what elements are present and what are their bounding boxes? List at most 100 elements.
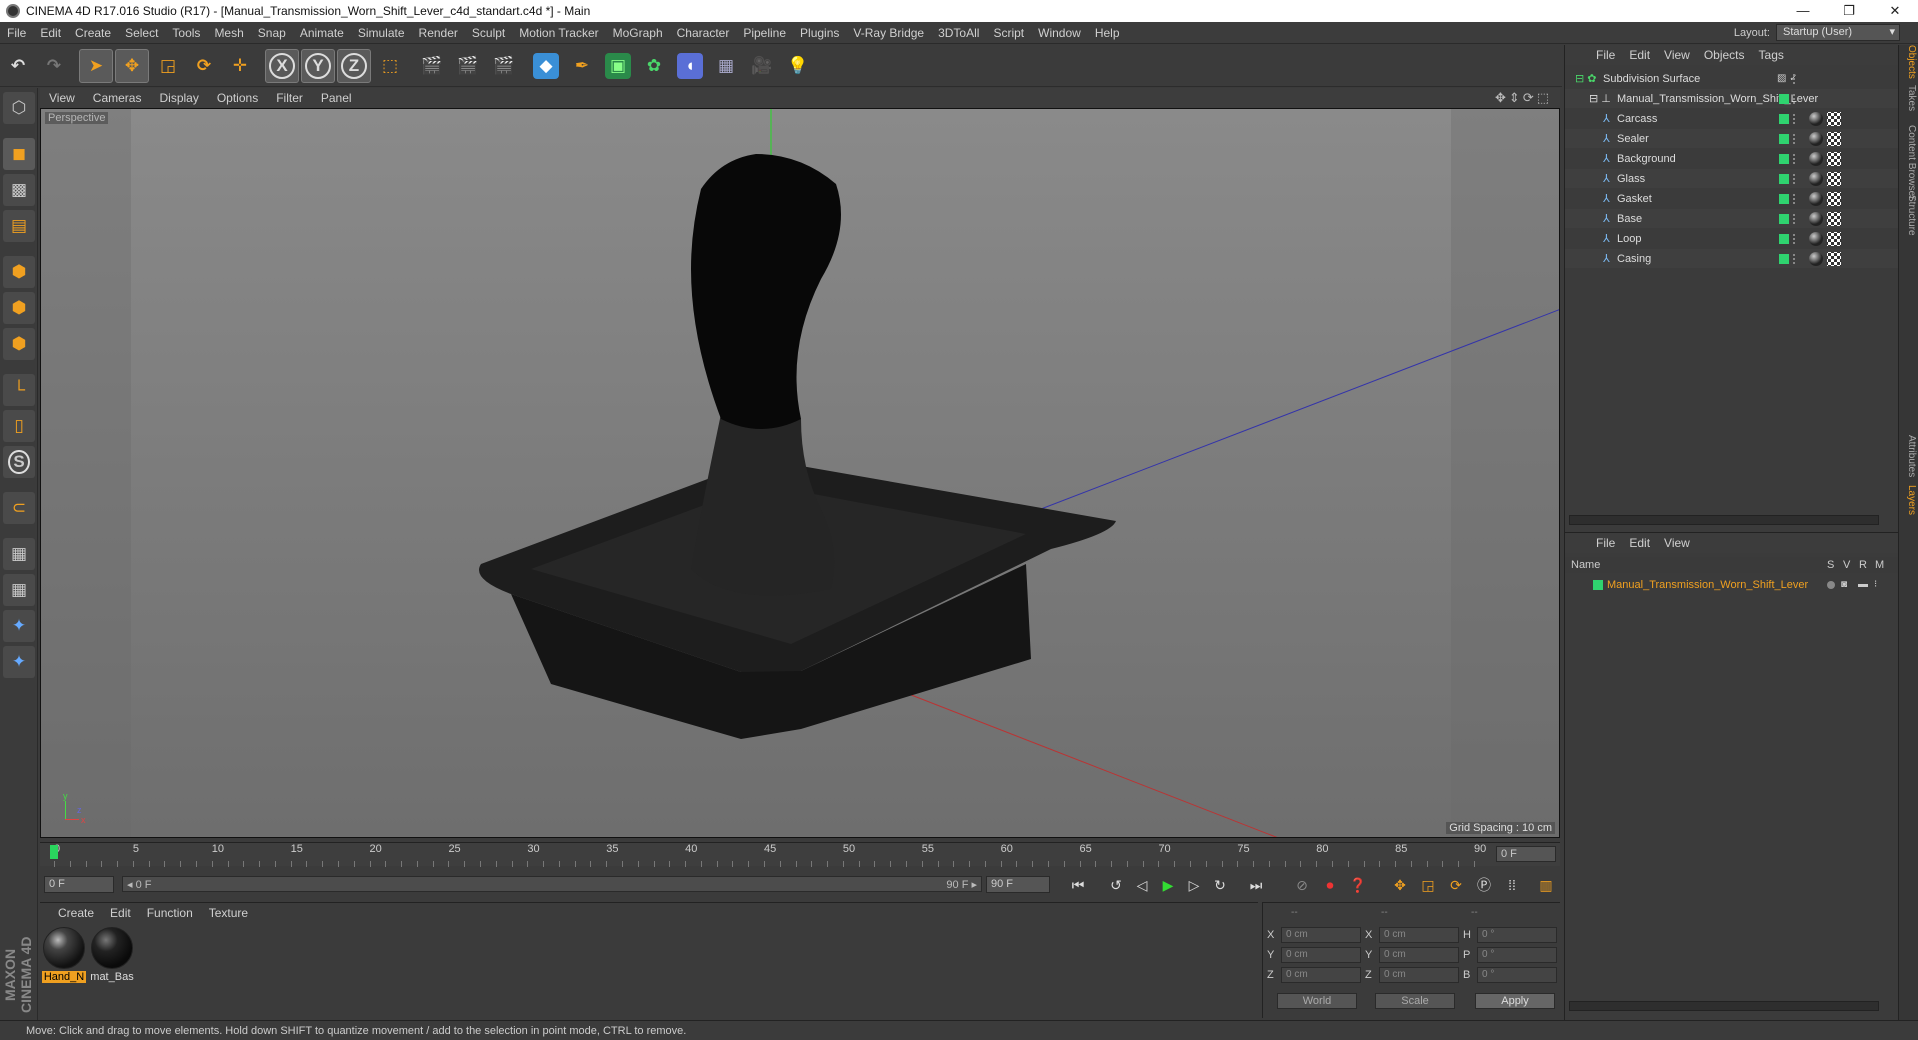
- texture-tag-icon[interactable]: [1827, 251, 1841, 266]
- go-to-start-button[interactable]: ⏮: [1066, 874, 1090, 896]
- polygons-mode-button[interactable]: ⬢: [3, 328, 35, 360]
- close-button[interactable]: ✕: [1872, 0, 1918, 22]
- restore-button[interactable]: ❐: [1826, 0, 1872, 22]
- keyframe-selection-button[interactable]: ❓: [1346, 874, 1370, 896]
- layer-manager-icon[interactable]: ⁝: [1874, 579, 1877, 590]
- object-row[interactable]: ⊟ ⊥ Manual_Transmission_Worn_Shift_Lever: [1565, 89, 1899, 108]
- menu-render[interactable]: Render: [412, 26, 465, 40]
- model-mode-button[interactable]: ◼: [3, 138, 35, 170]
- current-frame-field[interactable]: 0 F: [1496, 846, 1556, 862]
- menu-help[interactable]: Help: [1088, 26, 1127, 40]
- start-frame-field[interactable]: 0 F: [44, 876, 114, 893]
- side-tab-structure[interactable]: Structure: [1901, 195, 1917, 236]
- y-axis-lock-button[interactable]: Y: [301, 48, 335, 83]
- key-scale-button[interactable]: ◲: [1416, 874, 1440, 896]
- object-row[interactable]: ⅄ Casing: [1565, 249, 1899, 268]
- viewport-menu-view[interactable]: View: [40, 91, 84, 105]
- texture-tag-icon[interactable]: [1827, 231, 1841, 246]
- material-tag-icon[interactable]: [1809, 111, 1823, 126]
- menu-mograph[interactable]: MoGraph: [606, 26, 670, 40]
- z-axis-lock-button[interactable]: Z: [337, 48, 371, 83]
- menu-edit[interactable]: Edit: [1622, 48, 1657, 62]
- position-x-field[interactable]: 0 cm: [1281, 927, 1361, 943]
- menu-animate[interactable]: Animate: [293, 26, 351, 40]
- menu-create[interactable]: Create: [68, 26, 118, 40]
- layer-color-dot[interactable]: [1779, 93, 1789, 104]
- texture-tag-icon[interactable]: [1827, 131, 1841, 146]
- minimize-button[interactable]: —: [1780, 0, 1826, 22]
- key-rotation-button[interactable]: ⟳: [1444, 874, 1468, 896]
- floor-button[interactable]: ▦: [709, 49, 743, 83]
- layer-manager-scrollbar[interactable]: [1569, 1001, 1879, 1011]
- menu-create[interactable]: Create: [50, 906, 102, 920]
- layer-color-dot[interactable]: [1779, 113, 1789, 124]
- side-tab-layers[interactable]: Layers: [1901, 485, 1917, 515]
- viewport-menu-panel[interactable]: Panel: [312, 91, 361, 105]
- layer-color-dot[interactable]: [1779, 173, 1789, 184]
- prev-frame-button[interactable]: ◁: [1130, 874, 1154, 896]
- menu-tags[interactable]: Tags: [1752, 48, 1791, 62]
- menu-tools[interactable]: Tools: [165, 26, 207, 40]
- material-tag-icon[interactable]: [1809, 211, 1823, 226]
- menu-objects[interactable]: Objects: [1697, 48, 1752, 62]
- workplane-mode-button[interactable]: ▤: [3, 210, 35, 242]
- material-base[interactable]: mat_Bas: [90, 927, 134, 989]
- menu-window[interactable]: Window: [1031, 26, 1088, 40]
- menu-simulate[interactable]: Simulate: [351, 26, 412, 40]
- rotation-p-field[interactable]: 0 °: [1477, 947, 1557, 963]
- viewport-nav-icons[interactable]: ✥⇕⟳⬚: [1495, 90, 1552, 106]
- python-script-button[interactable]: ✦: [3, 646, 35, 678]
- object-row[interactable]: ⅄ Carcass: [1565, 109, 1899, 128]
- material-tag-icon[interactable]: [1809, 131, 1823, 146]
- next-frame-button[interactable]: ▷: [1182, 874, 1206, 896]
- menu-character[interactable]: Character: [670, 26, 737, 40]
- render-view-button[interactable]: 🎬: [415, 49, 449, 83]
- viewport-menu-cameras[interactable]: Cameras: [84, 91, 151, 105]
- material-hand[interactable]: Hand_N: [42, 927, 86, 989]
- object-row[interactable]: ⅄ Loop: [1565, 229, 1899, 248]
- live-selection-button[interactable]: ➤: [79, 48, 113, 83]
- menu-v-ray-bridge[interactable]: V-Ray Bridge: [846, 26, 931, 40]
- workplane-lock-button[interactable]: ▦: [3, 538, 35, 570]
- visibility-dots[interactable]: [1793, 173, 1797, 184]
- menu-function[interactable]: Function: [139, 906, 201, 920]
- layout-dropdown[interactable]: Startup (User): [1776, 24, 1900, 41]
- material-tag-icon[interactable]: [1809, 191, 1823, 206]
- current-frame-marker[interactable]: [50, 845, 58, 859]
- material-tag-icon[interactable]: [1809, 251, 1823, 266]
- viewport-menu-options[interactable]: Options: [208, 91, 267, 105]
- position-z-field[interactable]: 0 cm: [1281, 967, 1361, 983]
- menu-file[interactable]: File: [0, 26, 33, 40]
- rotation-h-field[interactable]: 0 °: [1477, 927, 1557, 943]
- material-tag-icon[interactable]: [1809, 151, 1823, 166]
- points-mode-button[interactable]: ⬢: [3, 256, 35, 288]
- layer-color-dot[interactable]: [1779, 253, 1789, 264]
- visibility-dots[interactable]: [1793, 213, 1797, 224]
- axis-mode-button[interactable]: └: [3, 374, 35, 406]
- size-z-field[interactable]: 0 cm: [1379, 967, 1459, 983]
- layer-render-icon[interactable]: ▬: [1858, 579, 1868, 590]
- menu-3dtoall[interactable]: 3DToAll: [931, 26, 986, 40]
- render-settings-button[interactable]: 🎬: [487, 49, 521, 83]
- key-pla-button[interactable]: ⁞⁞: [1500, 874, 1524, 896]
- menu-script[interactable]: Script: [986, 26, 1031, 40]
- layer-color-dot[interactable]: [1779, 213, 1789, 224]
- menu-mesh[interactable]: Mesh: [207, 26, 250, 40]
- visibility-dots[interactable]: [1793, 133, 1797, 144]
- side-tab-takes[interactable]: Takes: [1901, 85, 1917, 111]
- cube-object-button[interactable]: ◆: [529, 49, 563, 83]
- menu-texture[interactable]: Texture: [201, 906, 256, 920]
- redo-button[interactable]: ↷: [37, 49, 71, 83]
- move-tool-button[interactable]: ✥: [115, 48, 149, 83]
- key-position-button[interactable]: ✥: [1388, 874, 1412, 896]
- workplane-align-button[interactable]: ▦: [3, 574, 35, 606]
- coord-size-mode-dropdown[interactable]: Scale: [1375, 993, 1455, 1009]
- frame-range-slider[interactable]: ◂ 0 F 90 F ▸: [122, 876, 982, 892]
- menu-pipeline[interactable]: Pipeline: [736, 26, 793, 40]
- menu-select[interactable]: Select: [118, 26, 165, 40]
- next-key-button[interactable]: ↻: [1208, 874, 1232, 896]
- timeline-ruler[interactable]: 051015202530354045505560657075808590 0 F: [40, 842, 1560, 867]
- texture-mode-button[interactable]: ▩: [3, 174, 35, 206]
- viewport-menu-filter[interactable]: Filter: [267, 91, 312, 105]
- end-frame-field[interactable]: 90 F: [986, 876, 1050, 893]
